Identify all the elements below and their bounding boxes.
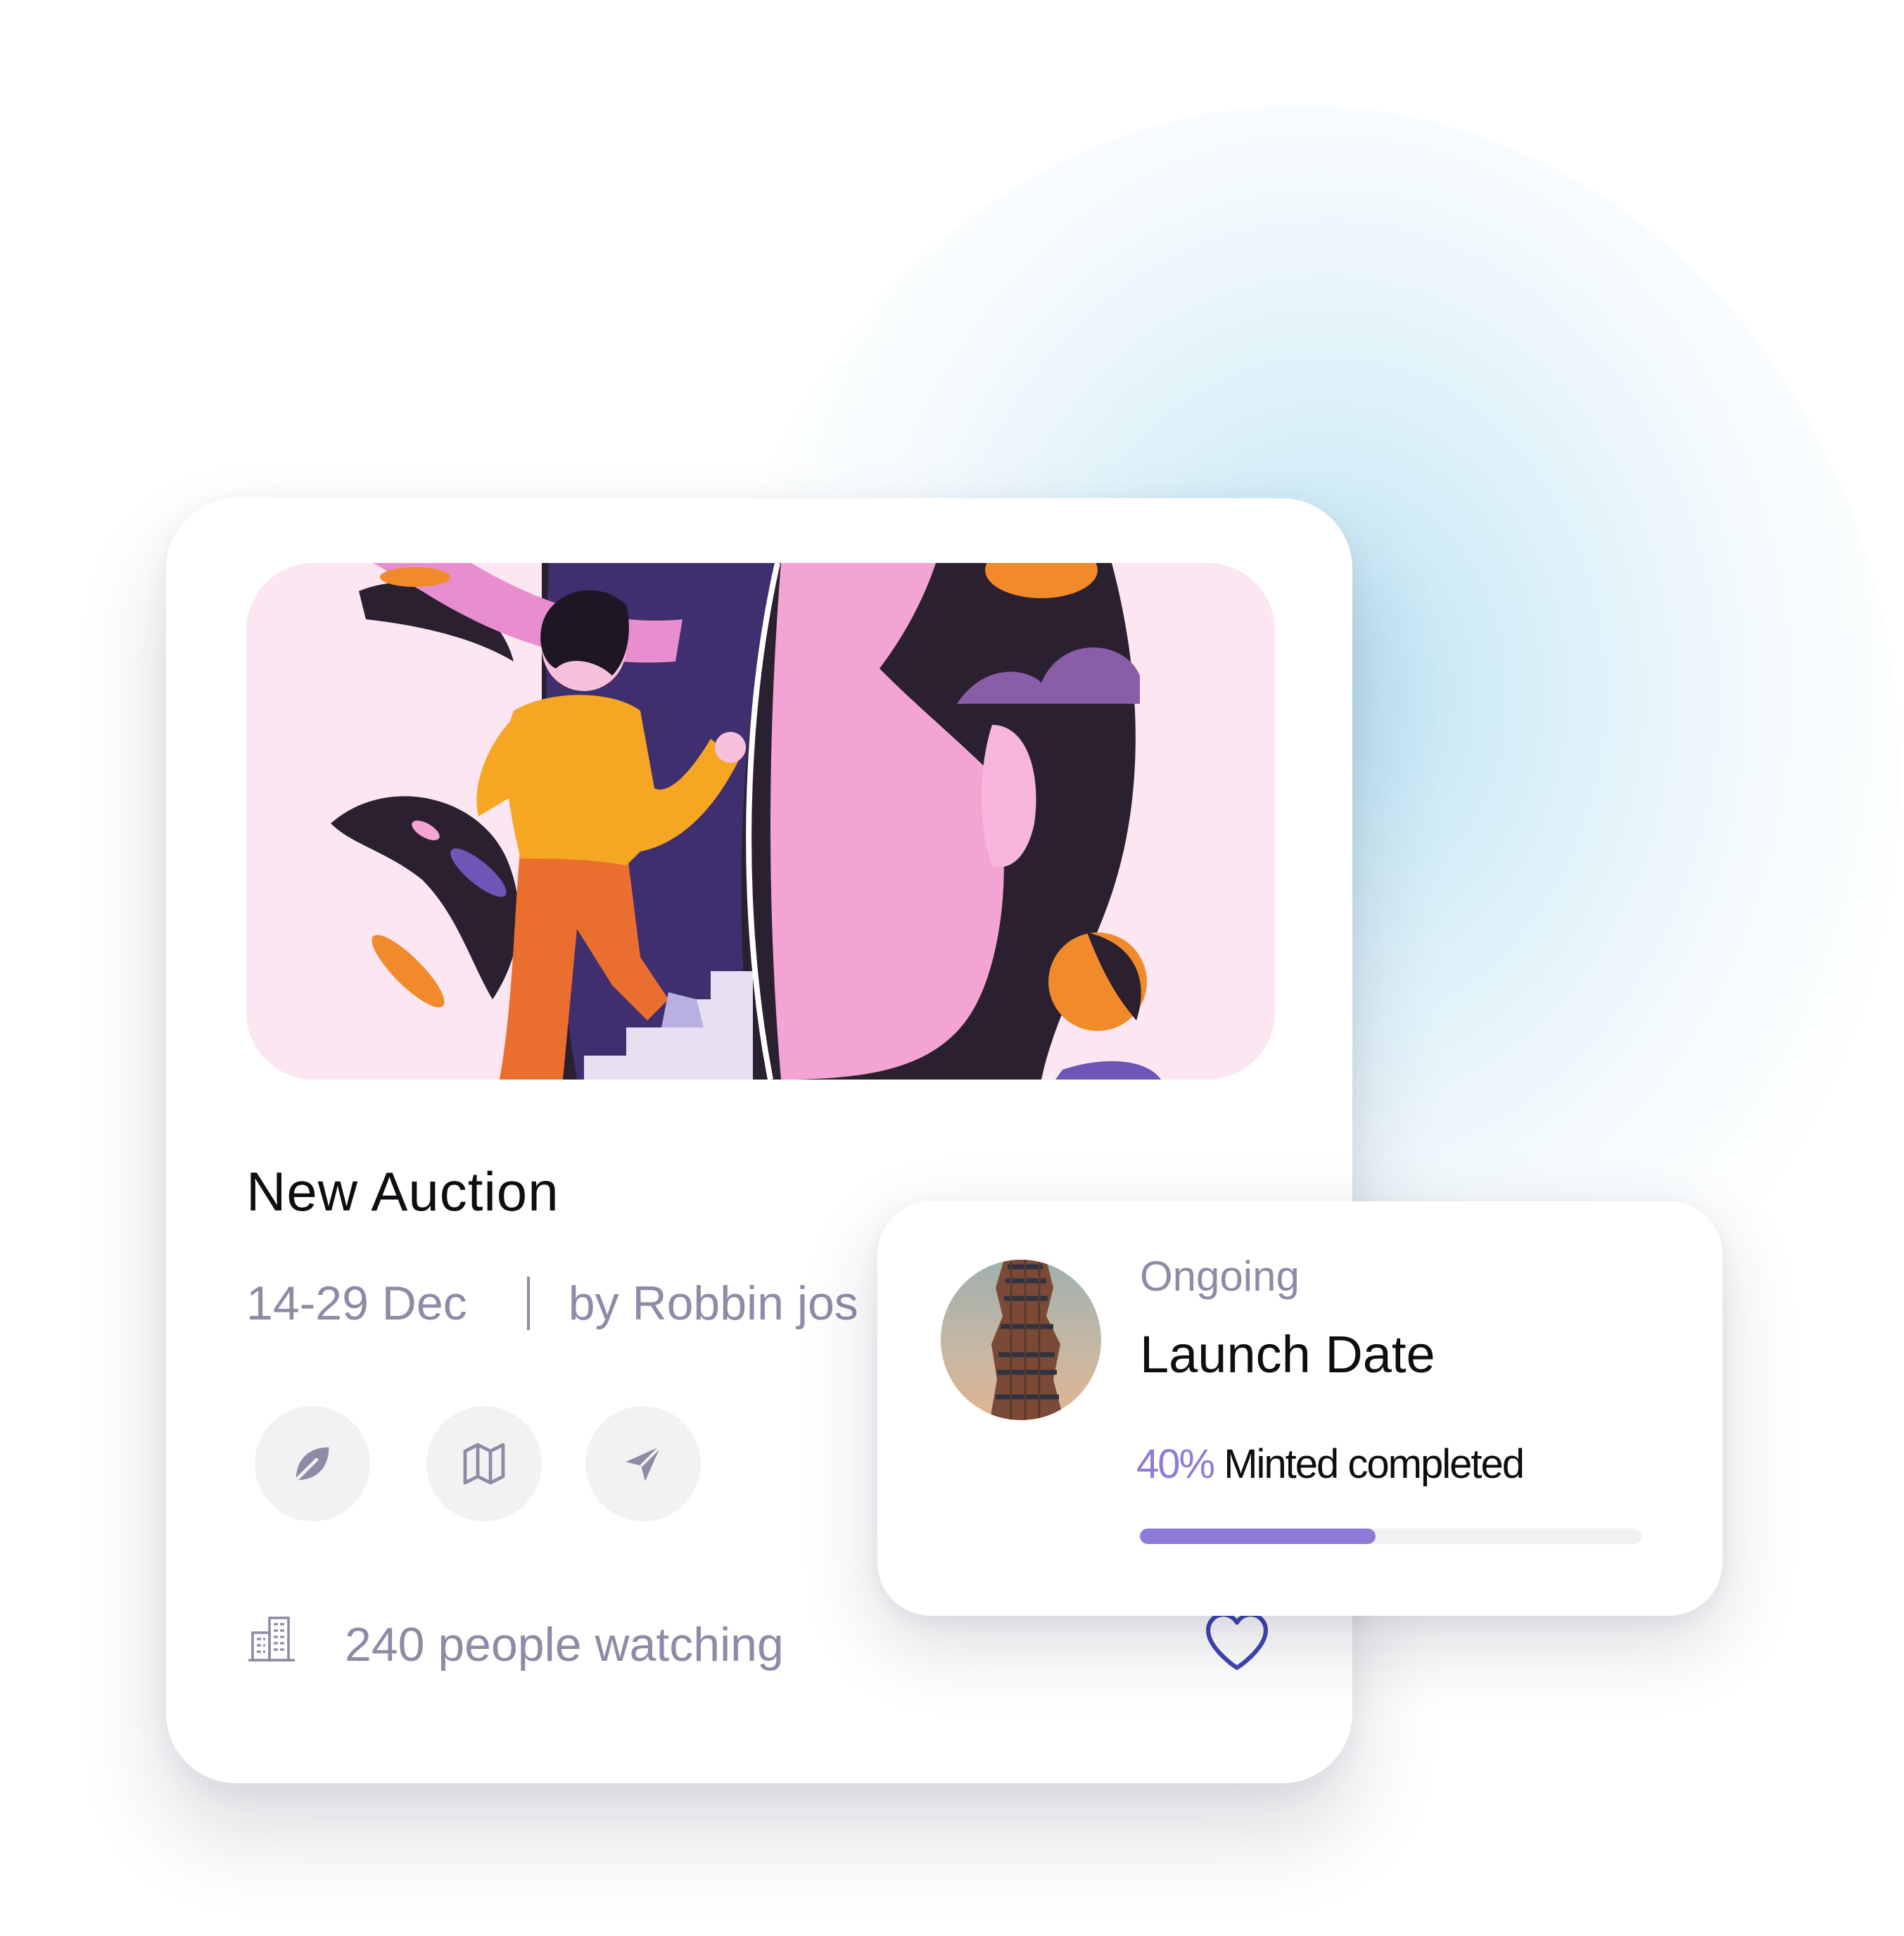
launch-title: Launch Date [1140,1325,1435,1384]
building-icon [248,1617,295,1662]
send-button[interactable] [585,1406,701,1521]
watching-count: 240 people watching [345,1618,784,1671]
auction-author[interactable]: by Robbin jos [569,1276,858,1331]
map-button[interactable] [426,1406,542,1521]
auction-artwork[interactable] [246,563,1275,1080]
map-icon [463,1443,505,1485]
launch-popup[interactable]: Ongoing Launch Date 40% Minted completed [877,1201,1722,1616]
artwork-illustration [246,563,1275,1080]
auction-title: New Auction [246,1160,559,1222]
auction-meta: 14-29 Dec by Robbin jos [246,1276,858,1331]
auction-date: 14-29 Dec [246,1277,467,1330]
minted-label: 40% Minted completed [1136,1441,1525,1488]
meta-divider [526,1277,530,1330]
launch-avatar [941,1260,1101,1420]
progress-track [1140,1529,1642,1544]
minted-text: Minted completed [1224,1441,1525,1487]
tower-image [941,1260,1101,1420]
canvas: New Auction 14-29 Dec by Robbin jos 240 … [0,0,1904,1936]
progress-fill [1140,1529,1376,1544]
leaf-button[interactable] [255,1406,370,1521]
leaf-icon [294,1447,329,1482]
minted-percent: 40% [1136,1441,1215,1487]
send-icon [626,1445,662,1481]
heart-icon[interactable] [1202,1609,1272,1672]
launch-status: Ongoing [1140,1253,1300,1300]
